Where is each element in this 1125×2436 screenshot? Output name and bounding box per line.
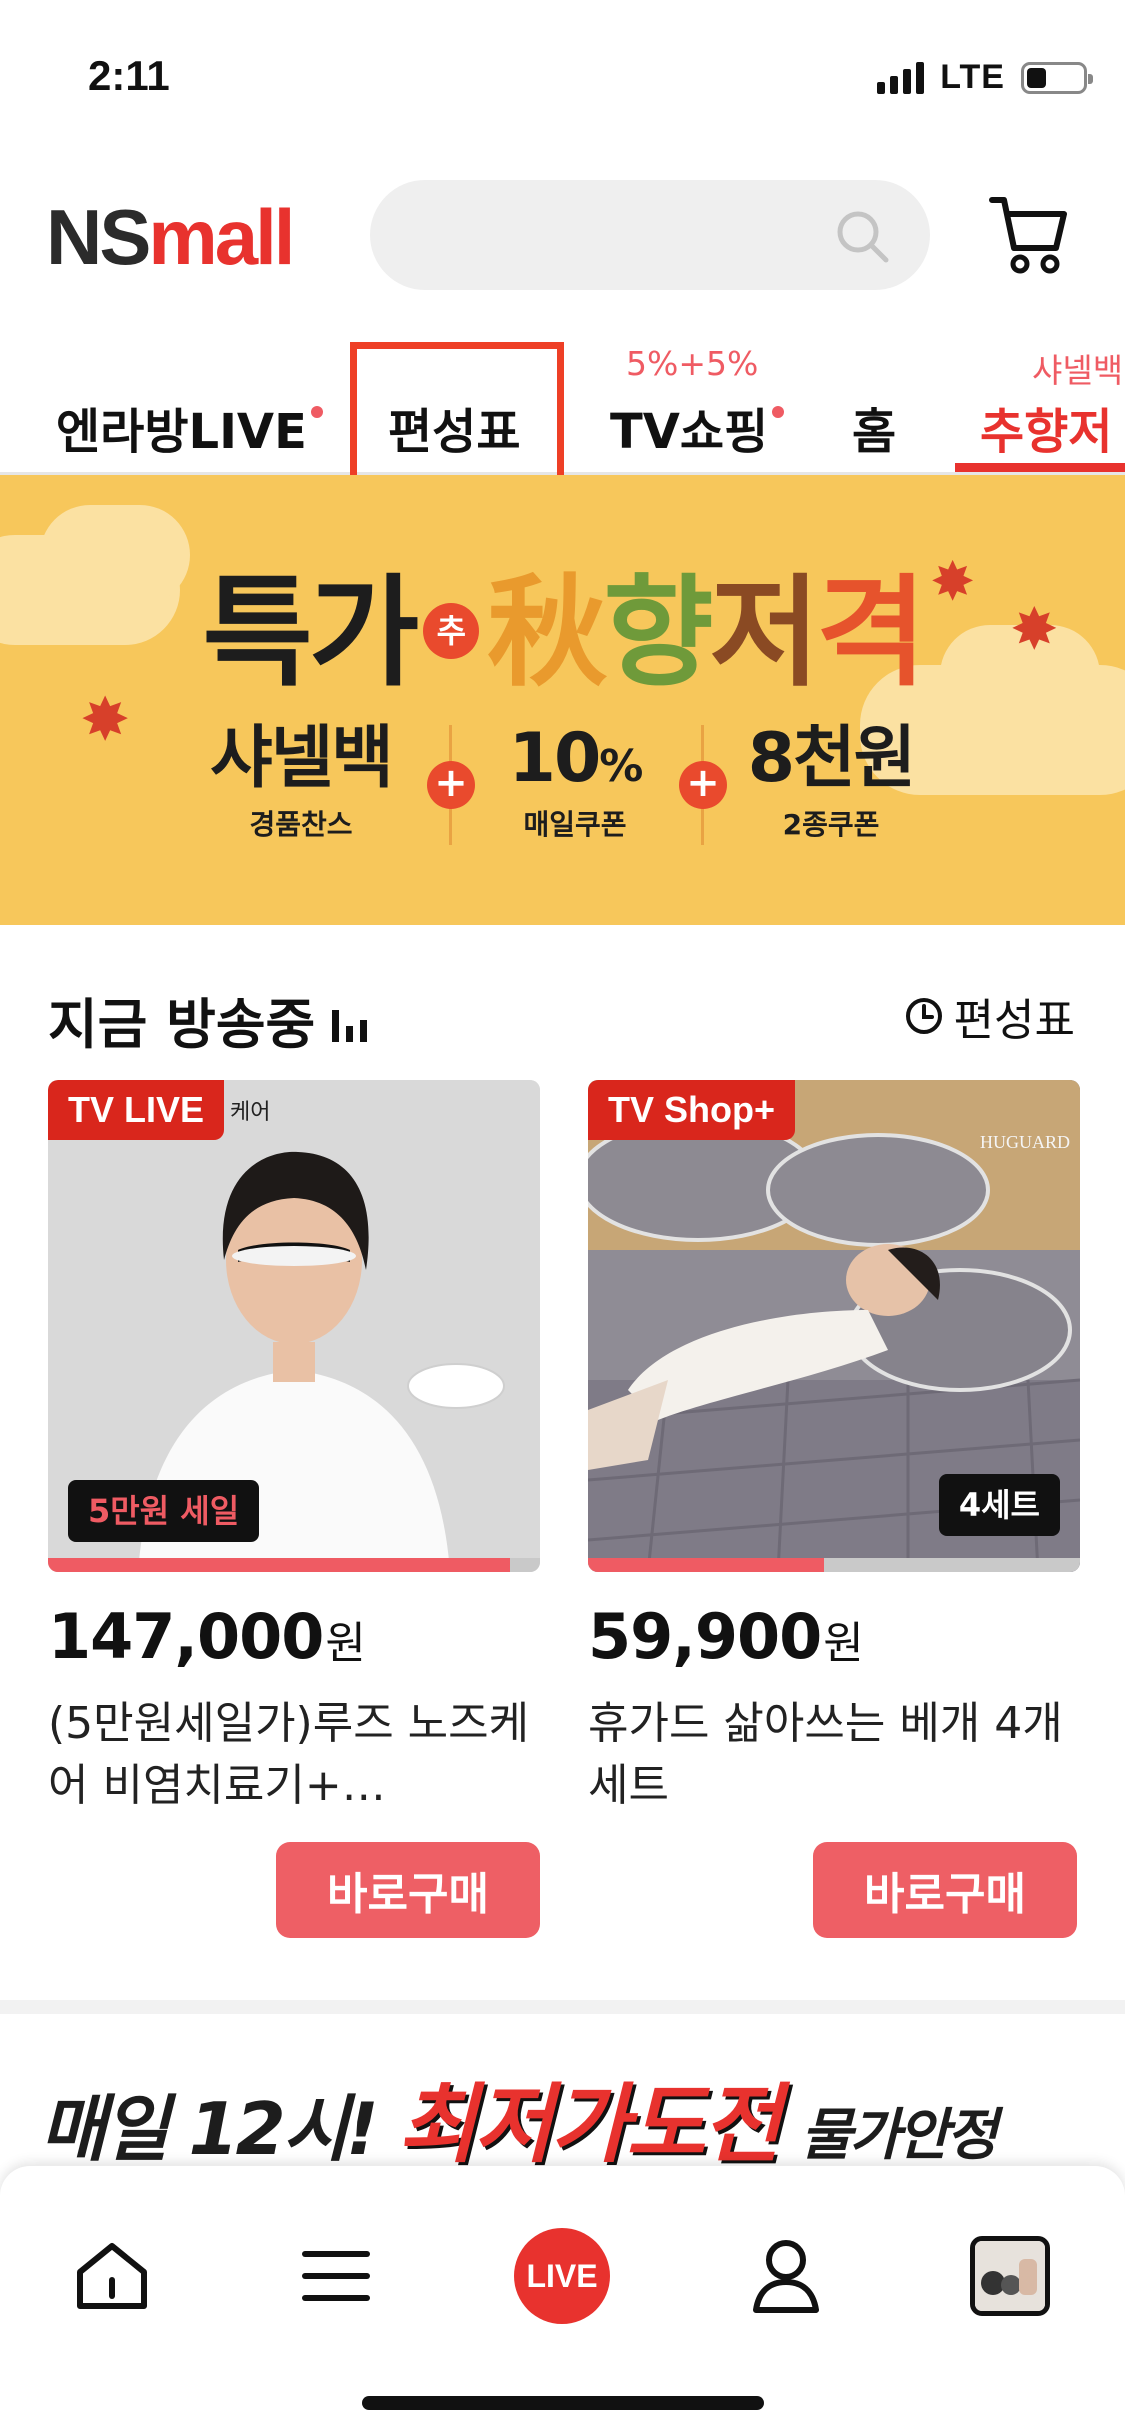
promo-main: 샤넬백 [210, 719, 394, 798]
now-on-air-header: 지금 방송중 편성표 [0, 970, 1125, 1056]
price-value: 147,000 [48, 1600, 324, 1673]
product-price: 59,900원 [588, 1600, 1080, 1673]
status-time: 2:11 [88, 52, 170, 99]
logo-mall: mall [148, 193, 295, 281]
status-bar: 2:11 LTE [0, 0, 1125, 150]
promo-strip-part3: 물가안정 [800, 2103, 998, 2168]
tab-chuhyang[interactable]: 추향저 [980, 392, 1112, 462]
section-title: 지금 방송중 [48, 993, 316, 1056]
price-currency: 원 [823, 1618, 863, 1669]
search-input[interactable] [370, 180, 930, 290]
plus-icon: + [679, 761, 727, 809]
banner-title-char: 향 [603, 564, 713, 703]
section-divider [0, 2000, 1125, 2014]
product-image[interactable]: TV Shop+ HUGUARD 4세트 [588, 1080, 1080, 1572]
progress-fill [48, 1558, 511, 1572]
product-price: 147,000원 [48, 1600, 540, 1673]
live-label: LIVE [514, 2228, 610, 2324]
schedule-link-label: 편성표 [953, 995, 1075, 1046]
thumbnail-image [975, 2241, 1045, 2311]
network-type: LTE [940, 58, 1005, 96]
signal-icon [877, 61, 925, 94]
new-dot [310, 406, 323, 418]
banner-title-char: 秋 [487, 564, 607, 703]
banner-title-part1: 특가 [202, 564, 419, 703]
status-indicators: LTE [877, 58, 1093, 97]
banner-title: 특가 추 秋향저격 [0, 535, 1125, 709]
plus-icon: + [427, 761, 475, 809]
new-dot [772, 406, 785, 418]
product-name[interactable]: 휴가드 삶아쓰는 베개 4개세트 [588, 1693, 1080, 1817]
tab-chuhyang-promo: 샤넬백 [1032, 351, 1124, 390]
promo-strip-part2: 최저가도전 [397, 2075, 782, 2175]
schedule-link[interactable]: 편성표 [904, 984, 1075, 1048]
product-card[interactable]: TV Shop+ HUGUARD 4세트 59,900원 휴가드 삶아쓰는 베개… [588, 1080, 1080, 1817]
product-image[interactable]: TV LIVE 케어 5만원 세일 [48, 1080, 540, 1572]
recent-product-thumbnail [970, 2236, 1050, 2316]
price-value: 59,900 [588, 1600, 822, 1673]
promo-strip-text: 매일 12시! 최저가도전 물가안정 [40, 2054, 998, 2179]
image-caption: HUGUARD [980, 1132, 1070, 1152]
tab-schedule-highlight-box [350, 342, 564, 490]
progress-fill [588, 1558, 825, 1572]
cart-icon[interactable] [988, 192, 1068, 274]
promo-daily-coupon: 10% 매일쿠폰 [490, 725, 660, 843]
battery-icon [1021, 61, 1093, 94]
promo-value: 10 [508, 719, 602, 798]
home-icon [77, 2243, 147, 2309]
tv-live-badge: TV LIVE [48, 1080, 225, 1140]
clock-icon [905, 998, 942, 1034]
tv-shop-plus-badge: TV Shop+ [588, 1080, 796, 1140]
menu-icon [302, 2251, 370, 2301]
battery-level [1027, 67, 1046, 88]
promo-chanel-bag: 샤넬백 경품찬스 [196, 725, 406, 843]
product-name[interactable]: (5만원세일가)루즈 노즈케어 비염치료기+… [48, 1693, 540, 1817]
promo-sub: 경품찬스 [249, 808, 353, 841]
active-tab-indicator [955, 463, 1125, 472]
nsmall-logo[interactable]: NSmall [46, 198, 295, 276]
broadcast-progress-bar [48, 1558, 540, 1572]
banner-chu-badge: 추 [423, 603, 480, 660]
tab-label: TV쇼핑 [610, 404, 769, 460]
broadcast-progress-bar [588, 1558, 1080, 1572]
promo-strip-part1: 매일 12시! [40, 2087, 379, 2171]
promo-sub: 2종쿠폰 [782, 808, 880, 841]
product-card[interactable]: TV LIVE 케어 5만원 세일 147,000원 (5만원세일가)루즈 노즈… [48, 1080, 540, 1817]
equalizer-icon [332, 1010, 367, 1042]
set-count-tag: 4세트 [938, 1474, 1060, 1536]
live-button[interactable]: LIVE [512, 2226, 612, 2326]
tab-tv-shopping[interactable]: TV쇼핑 [610, 392, 785, 462]
header: NSmall [0, 170, 1125, 300]
user-icon [753, 2240, 819, 2313]
tab-home[interactable]: 홈 [852, 392, 896, 462]
promo-main: 8천원 [747, 719, 916, 798]
home-button[interactable] [62, 2226, 162, 2326]
tab-label: 홈 [852, 404, 897, 460]
home-indicator [362, 2396, 764, 2410]
promo-unit: % [599, 741, 643, 792]
tab-label: 엔라방LIVE [56, 404, 307, 460]
menu-button[interactable] [286, 2226, 386, 2326]
promo-main: 10% [490, 725, 660, 793]
search-icon[interactable] [834, 208, 890, 264]
banner-title-char: 격 [816, 564, 926, 703]
promo-sub: 매일쿠폰 [523, 808, 627, 841]
tab-nrabang-live[interactable]: 엔라방LIVE [56, 392, 323, 462]
logo-ns: NS [46, 193, 151, 281]
tab-tv-shopping-promo: 5%+5% [626, 344, 759, 383]
my-page-button[interactable] [736, 2226, 836, 2326]
promo-2-coupons: 8천원 2종쿠폰 [746, 725, 916, 843]
buy-now-button[interactable]: 바로구매 [276, 1842, 540, 1938]
buy-now-button[interactable]: 바로구매 [813, 1842, 1077, 1938]
recent-product-button[interactable] [960, 2226, 1060, 2326]
image-caption: 케어 [230, 1100, 271, 1125]
promo-banner[interactable]: ✸ ✸ ✸ 특가 추 秋향저격 샤넬백 경품찬스 + 10% 매일쿠폰 + 8천원 … [0, 475, 1125, 925]
price-currency: 원 [325, 1618, 365, 1669]
sale-tag: 5만원 세일 [68, 1480, 260, 1542]
banner-promo-row: 샤넬백 경품찬스 + 10% 매일쿠폰 + 8천원 2종쿠폰 [0, 725, 1125, 875]
tab-label: 추향저 [980, 404, 1113, 460]
banner-title-char: 저 [709, 564, 820, 703]
